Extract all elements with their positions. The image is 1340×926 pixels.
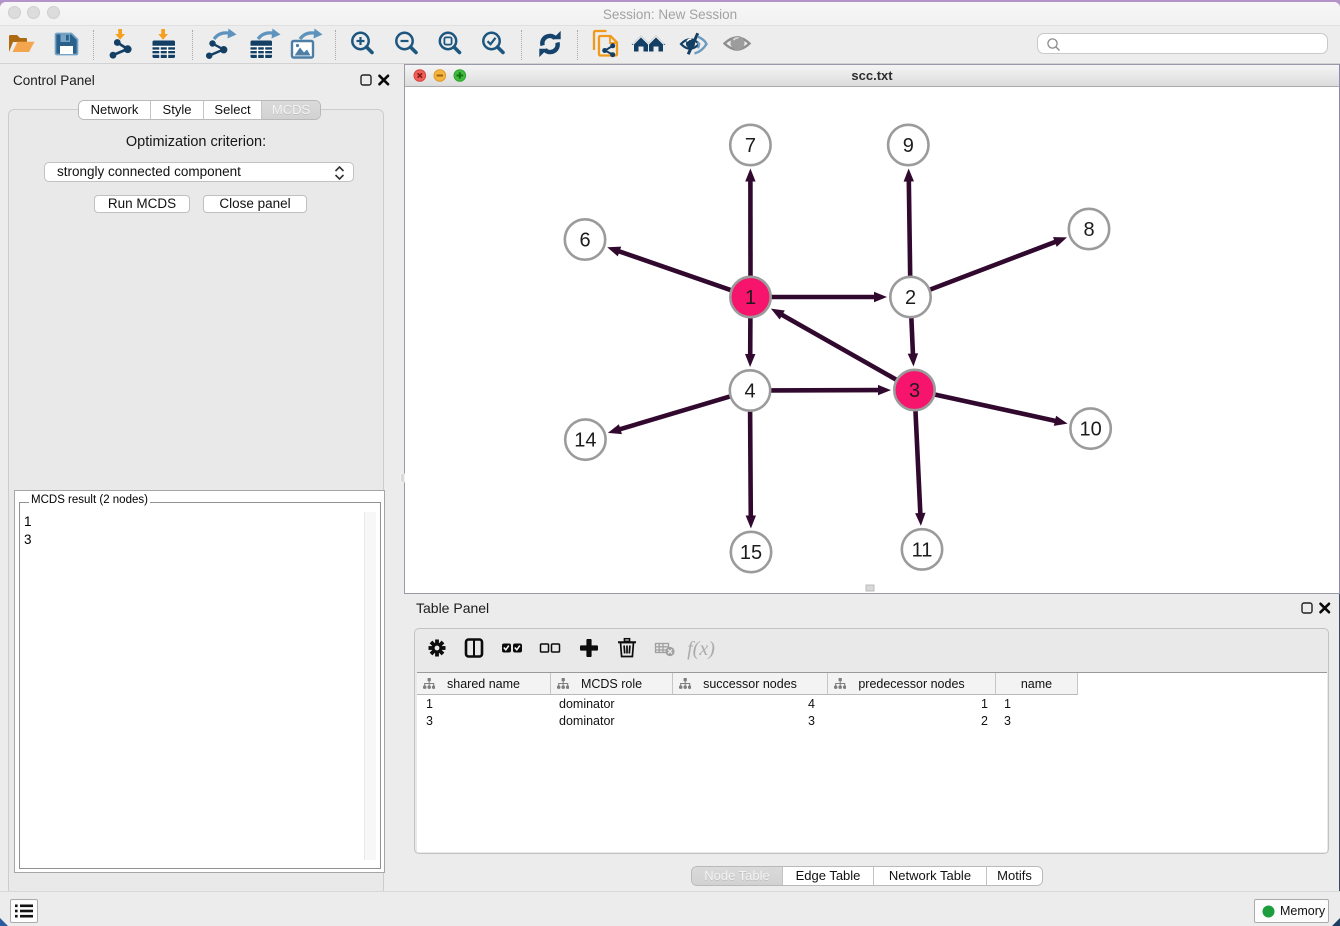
svg-text:8: 8	[1083, 219, 1094, 241]
svg-text:14: 14	[574, 430, 596, 452]
svg-text:15: 15	[740, 542, 762, 564]
svg-text:6: 6	[579, 230, 590, 252]
svg-text:3: 3	[909, 380, 920, 402]
svg-text:f(x): f(x)	[687, 638, 715, 660]
svg-text:1: 1	[745, 287, 756, 309]
svg-text:10: 10	[1079, 419, 1101, 441]
svg-text:4: 4	[744, 381, 755, 403]
svg-text:2: 2	[905, 287, 916, 309]
svg-text:9: 9	[903, 135, 914, 157]
svg-text:7: 7	[745, 135, 756, 157]
svg-text:11: 11	[912, 539, 933, 561]
